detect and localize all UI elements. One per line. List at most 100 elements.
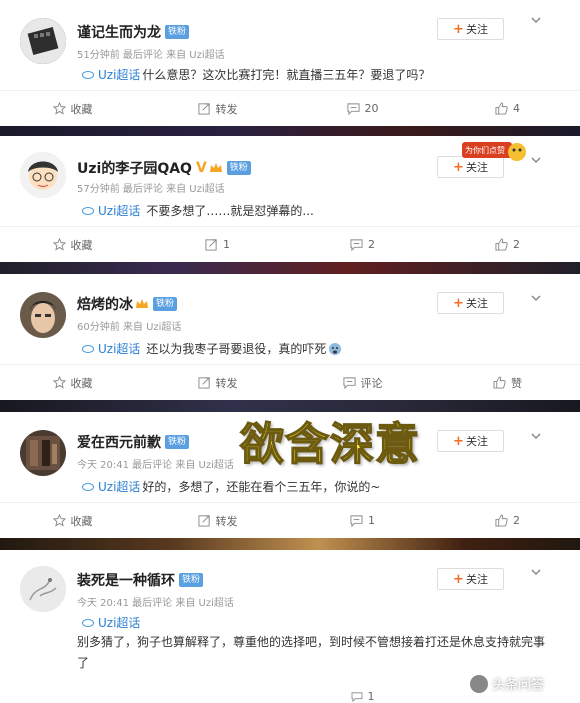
avatar[interactable] — [20, 430, 66, 476]
username-text[interactable]: 焙烤的冰 — [77, 294, 133, 314]
comment-button[interactable]: 20 — [290, 91, 435, 126]
avatar[interactable] — [20, 292, 66, 338]
sticker-badge: 为你们点赞 — [462, 138, 526, 164]
plus-icon: + — [453, 21, 464, 37]
verified-v-icon: V — [195, 160, 207, 176]
watermark-text: 头条问答 — [492, 678, 545, 693]
like-count: 2 — [513, 514, 520, 527]
topic-link[interactable]: Uzi超话 — [98, 478, 140, 495]
avatar[interactable] — [20, 566, 66, 612]
forward-label: 转发 — [215, 102, 238, 116]
like-count: 2 — [513, 238, 520, 251]
crown-icon — [209, 163, 222, 172]
topic-icon — [82, 70, 94, 79]
post-text: 不要多想了……就是怼弹幕的... — [146, 204, 314, 218]
avatar[interactable] — [20, 152, 66, 198]
video-strip — [0, 538, 580, 550]
username[interactable]: 装死是一种循环 铁粉 — [77, 570, 204, 590]
toutiao-logo-icon — [470, 674, 488, 693]
forward-button[interactable]: 1 — [145, 227, 290, 262]
like-count: 4 — [513, 102, 520, 115]
follow-button[interactable]: + 关注 — [437, 292, 504, 314]
forward-count: 1 — [223, 238, 230, 251]
action-bar: 收藏 1 2 2 — [0, 226, 580, 262]
collect-button[interactable] — [0, 690, 145, 703]
follow-button[interactable]: + 关注 — [437, 568, 504, 590]
topic-link[interactable]: Uzi超话 — [98, 202, 140, 219]
forward-label: 转发 — [215, 514, 238, 528]
video-strip — [0, 262, 580, 274]
action-bar: 收藏 转发 1 2 — [0, 502, 580, 538]
comment-button[interactable]: 1 — [290, 503, 435, 538]
fan-badge: 铁粉 — [165, 25, 190, 39]
comment-button[interactable]: 1 — [290, 690, 435, 703]
comment-count: 1 — [368, 514, 375, 527]
forward-button[interactable]: 转发 — [145, 503, 290, 538]
topic-icon — [82, 206, 94, 215]
follow-label: 关注 — [465, 23, 488, 36]
crown-icon — [136, 299, 148, 308]
thumbs-up-icon — [493, 376, 506, 389]
like-label: 赞 — [511, 376, 522, 390]
forward-button[interactable] — [145, 690, 290, 703]
post-content: Uzi超话 不要多想了……就是怼弹幕的... — [82, 202, 314, 219]
comment-count: 1 — [367, 690, 375, 703]
post-content: Uzi超话 还以为我枣子哥要退役，真的吓死 — [82, 340, 342, 357]
chevron-down-icon[interactable] — [530, 14, 542, 26]
collect-button[interactable]: 收藏 — [0, 365, 145, 400]
collect-label: 收藏 — [70, 238, 93, 252]
topic-link[interactable]: Uzi超话 — [98, 614, 140, 631]
collect-button[interactable]: 收藏 — [0, 91, 145, 126]
thumbs-up-icon — [495, 238, 508, 251]
comment-button[interactable]: 2 — [290, 227, 435, 262]
thumbs-up-icon — [495, 102, 508, 115]
like-button[interactable]: 2 — [435, 503, 580, 538]
chevron-down-icon[interactable] — [530, 154, 542, 166]
topic-link[interactable]: Uzi超话 — [98, 340, 140, 357]
chevron-down-icon[interactable] — [530, 292, 542, 304]
username-text[interactable]: 谨记生而为龙 — [77, 22, 161, 42]
like-button[interactable]: 2 — [435, 227, 580, 262]
username[interactable]: 谨记生而为龙 铁粉 — [77, 22, 190, 42]
post-meta: 今天 20:41 最后评论 来自 Uzi超话 — [77, 598, 234, 609]
collect-label: 收藏 — [70, 102, 93, 116]
comment-icon — [350, 239, 363, 251]
username[interactable]: Uzi的李子园QAQ V 铁粉 — [77, 158, 251, 178]
post-card: 焙烤的冰 铁粉 60分钟前 来自 Uzi超话 Uzi超话 还以为我枣子哥要退役，… — [0, 274, 580, 400]
post-meta: 今天 20:41 最后评论 来自 Uzi超话 — [77, 460, 234, 471]
comment-count: 2 — [368, 238, 375, 251]
post-text: 好的，多想了，还能在看个三五年，你说的~ — [142, 480, 381, 494]
forward-button[interactable]: 转发 — [145, 365, 290, 400]
follow-button[interactable]: + 关注 — [437, 18, 504, 40]
follow-button[interactable]: + 关注 — [437, 430, 504, 452]
topic-link[interactable]: Uzi超话 — [98, 66, 140, 83]
follow-label: 关注 — [465, 435, 488, 448]
fan-badge: 铁粉 — [226, 161, 251, 175]
comment-button[interactable]: 评论 — [290, 365, 435, 400]
like-button[interactable]: 赞 — [435, 365, 580, 400]
collect-button[interactable]: 收藏 — [0, 227, 145, 262]
follow-label: 关注 — [465, 573, 488, 586]
comment-icon — [350, 515, 363, 527]
forward-button[interactable]: 转发 — [145, 91, 290, 126]
comment-icon — [346, 103, 360, 115]
username-text[interactable]: 爱在西元前歉 — [77, 432, 161, 452]
username-text[interactable]: Uzi的李子园QAQ — [77, 158, 192, 178]
post-content: Uzi超话 — [82, 614, 142, 631]
like-button[interactable]: 4 — [435, 91, 580, 126]
avatar[interactable] — [20, 18, 66, 64]
collect-button[interactable]: 收藏 — [0, 503, 145, 538]
post-content: Uzi超话 什么意思？这次比赛打完！就直播三五年？要退了吗？ — [82, 66, 430, 83]
forward-icon — [205, 239, 217, 251]
post-text: 什么意思？这次比赛打完！就直播三五年？要退了吗？ — [142, 68, 431, 82]
chevron-down-icon[interactable] — [530, 430, 542, 442]
username[interactable]: 焙烤的冰 铁粉 — [77, 294, 178, 314]
username[interactable]: 爱在西元前歉 铁粉 — [77, 432, 190, 452]
star-icon — [52, 514, 66, 527]
username-text[interactable]: 装死是一种循环 — [77, 570, 175, 590]
comment-label: 评论 — [360, 376, 383, 390]
emoji-face-icon — [329, 342, 342, 355]
thumbs-up-icon — [495, 514, 508, 527]
chevron-down-icon[interactable] — [530, 566, 542, 578]
post-text: 还以为我枣子哥要退役，真的吓死 — [146, 342, 327, 356]
